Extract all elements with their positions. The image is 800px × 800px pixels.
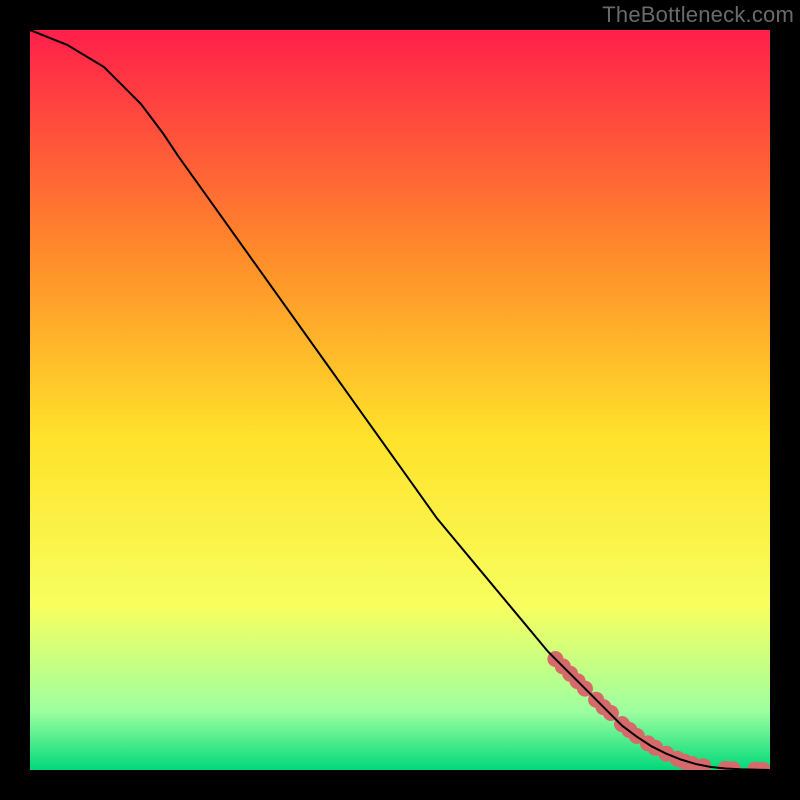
chart-plot-area xyxy=(30,30,770,770)
watermark-text: TheBottleneck.com xyxy=(602,2,794,28)
gradient-background xyxy=(30,30,770,770)
chart-stage: TheBottleneck.com xyxy=(0,0,800,800)
chart-svg xyxy=(30,30,770,770)
